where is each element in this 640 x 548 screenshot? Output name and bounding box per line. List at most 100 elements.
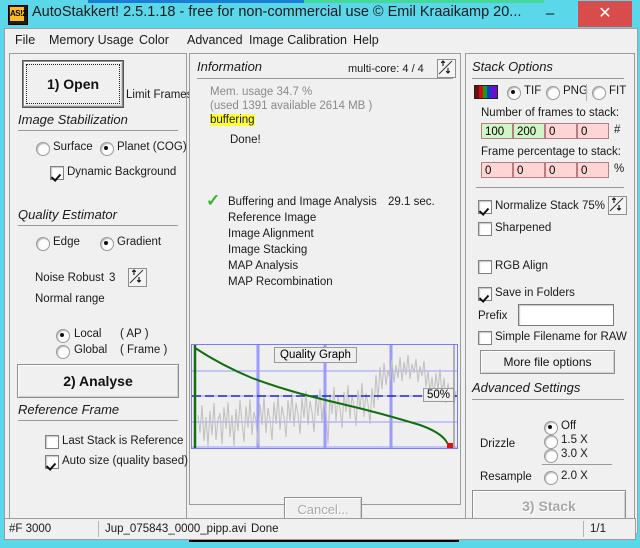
checkbox-dynamic-background[interactable]	[50, 166, 64, 180]
checkbox-last-stack-is-reference-label[interactable]: Last Stack is Reference	[62, 435, 183, 447]
radio-drizzle-30x-label[interactable]: 3.0 X	[561, 448, 588, 460]
resample-separator	[542, 464, 612, 465]
radio-drizzle-off[interactable]	[544, 421, 558, 435]
radio-global[interactable]	[56, 345, 70, 359]
checkbox-simple-filename-label[interactable]: Simple Filename for RAW	[495, 331, 627, 343]
radio-format-tif[interactable]	[507, 86, 521, 100]
frames-unit-label: #	[614, 124, 621, 136]
advanced-settings-caption: Advanced Settings	[472, 380, 581, 395]
radio-format-png-label[interactable]: PNG	[563, 85, 588, 97]
noise-robust-value: 3	[109, 272, 116, 284]
done-text: Done!	[230, 134, 261, 146]
status-bar: #F 3000 Jup_075843_0000_pipp.avi Done 1/…	[4, 518, 636, 540]
checkbox-save-in-folders[interactable]	[478, 287, 492, 301]
image-stabilization-caption: Image Stabilization	[18, 112, 128, 127]
frames-field-2[interactable]: 0	[545, 123, 577, 139]
step-label-5: MAP Recombination	[228, 276, 333, 288]
multicore-spinner-icon[interactable]	[437, 59, 456, 78]
close-button[interactable]: ✕	[578, 1, 632, 27]
checkbox-auto-size-label[interactable]: Auto size (quality based)	[62, 455, 188, 467]
menu-image-calibration[interactable]: Image Calibration	[249, 33, 347, 47]
radio-edge[interactable]	[36, 237, 50, 251]
minimize-button[interactable]: –	[531, 2, 569, 26]
status-state: Done	[251, 523, 279, 535]
step-label-3: Image Stacking	[228, 244, 308, 256]
radio-edge-label[interactable]: Edge	[53, 236, 80, 248]
percent-field-1[interactable]: 0	[513, 162, 545, 178]
radio-format-png[interactable]	[546, 86, 560, 100]
stack-button-label: 3) Stack	[522, 498, 576, 514]
percent-unit-label: %	[614, 163, 625, 175]
checkbox-last-stack-is-reference[interactable]	[45, 435, 59, 449]
percent-field-3[interactable]: 0	[577, 162, 609, 178]
checkbox-sharpened-label[interactable]: Sharpened	[495, 222, 551, 234]
limit-frames-label[interactable]: Limit Frames	[126, 89, 192, 101]
menu-file[interactable]: File	[15, 33, 35, 47]
drizzle-label: Drizzle	[480, 438, 516, 450]
radio-drizzle-15x[interactable]	[544, 435, 558, 449]
radio-drizzle-15x-label[interactable]: 1.5 X	[561, 434, 588, 446]
menu-memory-usage[interactable]: Memory Usage	[49, 33, 134, 47]
app-icon: AS!2	[8, 5, 28, 25]
menu-color[interactable]: Color	[139, 33, 169, 47]
menu-help[interactable]: Help	[353, 33, 379, 47]
radio-drizzle-30x[interactable]	[544, 449, 558, 463]
menu-advanced[interactable]: Advanced	[187, 33, 243, 47]
checkbox-save-in-folders-label[interactable]: Save in Folders	[495, 287, 575, 299]
checkbox-sharpened[interactable]	[478, 222, 492, 236]
analyse-button[interactable]: 2) Analyse	[17, 364, 179, 398]
radio-planet-cog[interactable]	[100, 142, 114, 156]
radio-surface[interactable]	[36, 142, 50, 156]
title-accent-green	[304, 0, 544, 3]
local-note: ( AP )	[120, 328, 149, 340]
analyse-button-label: 2) Analyse	[63, 373, 133, 389]
frame-percentage-label: Frame percentage to stack:	[481, 146, 621, 158]
open-button-frame: 1) Open	[22, 60, 124, 108]
stack-options-caption: Stack Options	[472, 59, 553, 74]
radio-format-fit[interactable]	[592, 86, 606, 100]
information-divider	[197, 78, 453, 79]
percent-field-2[interactable]: 0	[545, 162, 577, 178]
radio-resample-20x[interactable]	[544, 471, 558, 485]
frames-field-1[interactable]: 200	[513, 123, 545, 139]
prefix-input[interactable]	[518, 304, 614, 326]
radio-surface-label[interactable]: Surface	[53, 141, 93, 153]
quality-graph[interactable]: Quality Graph 50%	[191, 344, 458, 449]
radio-planet-cog-label[interactable]: Planet (COG)	[117, 141, 187, 153]
noise-robust-spinner-icon[interactable]	[128, 268, 147, 287]
frames-field-0[interactable]: 100	[481, 123, 513, 139]
stack-options-separator	[476, 187, 624, 188]
percent-field-0[interactable]: 0	[481, 162, 513, 178]
radio-local-label[interactable]: Local	[74, 328, 102, 340]
reference-frame-caption: Reference Frame	[18, 402, 120, 417]
radio-gradient[interactable]	[100, 237, 114, 251]
checkbox-dynamic-background-label[interactable]: Dynamic Background	[67, 166, 176, 178]
color-format-icon	[474, 85, 498, 99]
more-file-options-label: More file options	[503, 355, 592, 369]
checkbox-normalize-stack-label[interactable]: Normalize Stack	[495, 200, 579, 212]
radio-global-label[interactable]: Global	[74, 344, 107, 356]
checkbox-simple-filename[interactable]	[478, 331, 492, 345]
checkbox-normalize-stack[interactable]	[478, 200, 492, 214]
radio-resample-20x-label[interactable]: 2.0 X	[561, 470, 588, 482]
radio-drizzle-off-label[interactable]: Off	[561, 420, 576, 432]
radio-format-tif-label[interactable]: TIF	[524, 85, 541, 97]
checkbox-rgb-align[interactable]	[478, 260, 492, 274]
prefix-label: Prefix	[478, 310, 508, 322]
noise-range-note: Normal range	[35, 293, 105, 305]
stack-options-divider	[472, 78, 624, 79]
frames-field-3[interactable]: 0	[577, 123, 609, 139]
status-pages: 1/1	[590, 523, 606, 535]
checkbox-auto-size[interactable]	[45, 455, 59, 469]
step-label-1: Reference Image	[228, 212, 317, 224]
open-button[interactable]: 1) Open	[23, 61, 123, 107]
buffering-text: buffering	[210, 114, 255, 126]
normalize-spinner-icon[interactable]	[608, 196, 627, 215]
radio-gradient-label[interactable]: Gradient	[117, 236, 161, 248]
more-file-options-button[interactable]: More file options	[480, 350, 615, 374]
checkbox-rgb-align-label[interactable]: RGB Align	[495, 260, 548, 272]
radio-local[interactable]	[56, 329, 70, 343]
app-window: AS!2 AutoStakkert! 2.5.1.18 - free for n…	[0, 0, 640, 548]
information-caption: Information	[197, 59, 263, 74]
radio-format-fit-label[interactable]: FIT	[609, 85, 626, 97]
